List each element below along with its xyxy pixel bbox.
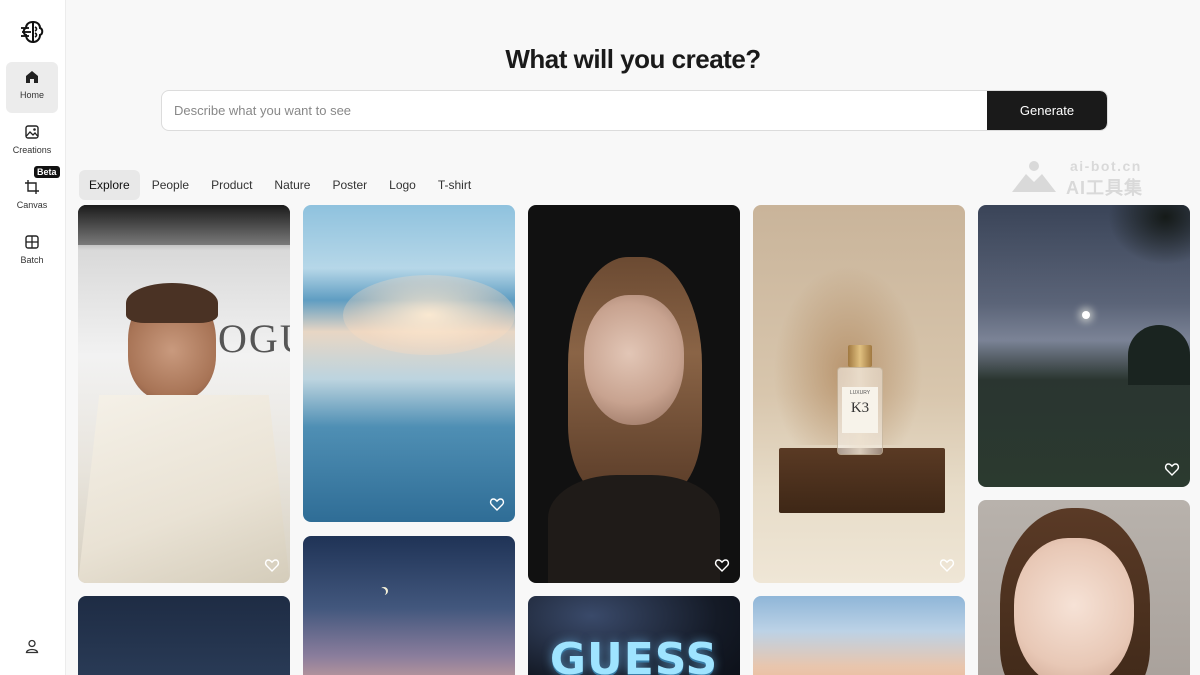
grid-icon xyxy=(25,235,39,249)
gallery-card-night-sky[interactable] xyxy=(78,596,290,675)
watermark: ai-bot.cn AI工具集 xyxy=(1008,158,1170,198)
watermark-logo-icon xyxy=(1012,161,1056,192)
gallery-card-moon-clouds[interactable] xyxy=(303,536,515,675)
sidebar-item-label: Home xyxy=(19,90,44,100)
heart-icon[interactable] xyxy=(489,496,505,512)
gallery-card-woman-portrait[interactable] xyxy=(528,205,740,583)
tab-product[interactable]: Product xyxy=(201,170,262,200)
home-icon xyxy=(26,71,38,83)
sidebar-item-label: Batch xyxy=(20,255,44,265)
sidebar-item-label: Canvas xyxy=(16,200,48,210)
sidebar-item-creations[interactable]: Creations xyxy=(6,117,58,168)
heart-icon[interactable] xyxy=(714,557,730,573)
gallery-card-girl-portrait[interactable] xyxy=(978,500,1190,675)
guess-logo-text: GUESS xyxy=(549,634,719,675)
tab-poster[interactable]: Poster xyxy=(322,170,377,200)
gallery-card-moonlit-field[interactable] xyxy=(978,205,1190,487)
gallery-card-man-portrait[interactable]: OGU xyxy=(78,205,290,583)
tab-logo[interactable]: Logo xyxy=(379,170,426,200)
gallery-card-guess-poster[interactable]: GUESS xyxy=(528,596,740,675)
beta-badge: Beta xyxy=(34,166,60,178)
heart-icon[interactable] xyxy=(939,557,955,573)
page-title: What will you create? xyxy=(505,44,761,74)
tab-explore[interactable]: Explore xyxy=(79,170,140,200)
vogue-sign-text: OGU xyxy=(218,316,290,361)
heart-icon[interactable] xyxy=(264,557,280,573)
watermark-name: AI工具集 xyxy=(1066,178,1143,198)
brain-logo-icon[interactable] xyxy=(20,19,46,45)
gallery-card-ocean-waves[interactable] xyxy=(303,205,515,522)
tab-nature[interactable]: Nature xyxy=(264,170,320,200)
prompt-bar: Generate xyxy=(161,90,1108,131)
user-icon[interactable] xyxy=(24,638,40,654)
perfume-brand-text: LUXURY xyxy=(849,390,871,396)
sidebar: Home Creations Beta Canvas Batch xyxy=(0,0,66,675)
perfume-bottle: LUXURY K3 xyxy=(837,345,883,455)
gallery-card-sunset-clouds[interactable] xyxy=(753,596,965,675)
watermark-domain: ai-bot.cn xyxy=(1070,158,1142,174)
generate-button[interactable]: Generate xyxy=(987,91,1107,130)
sidebar-item-label: Creations xyxy=(12,145,52,155)
tab-people[interactable]: People xyxy=(142,170,199,200)
sidebar-item-canvas[interactable]: Beta Canvas xyxy=(6,166,60,223)
image-icon xyxy=(25,125,39,139)
perfume-label-text: K3 xyxy=(850,400,870,416)
heart-icon[interactable] xyxy=(1164,461,1180,477)
tab-tshirt[interactable]: T-shirt xyxy=(428,170,481,200)
prompt-input[interactable] xyxy=(162,91,988,130)
category-tabs: Explore People Product Nature Poster Log… xyxy=(79,170,481,200)
gallery-card-perfume-product[interactable]: LUXURY K3 xyxy=(753,205,965,583)
crop-icon xyxy=(25,180,39,194)
sidebar-item-home[interactable]: Home xyxy=(6,62,58,113)
sidebar-item-batch[interactable]: Batch xyxy=(6,227,58,278)
